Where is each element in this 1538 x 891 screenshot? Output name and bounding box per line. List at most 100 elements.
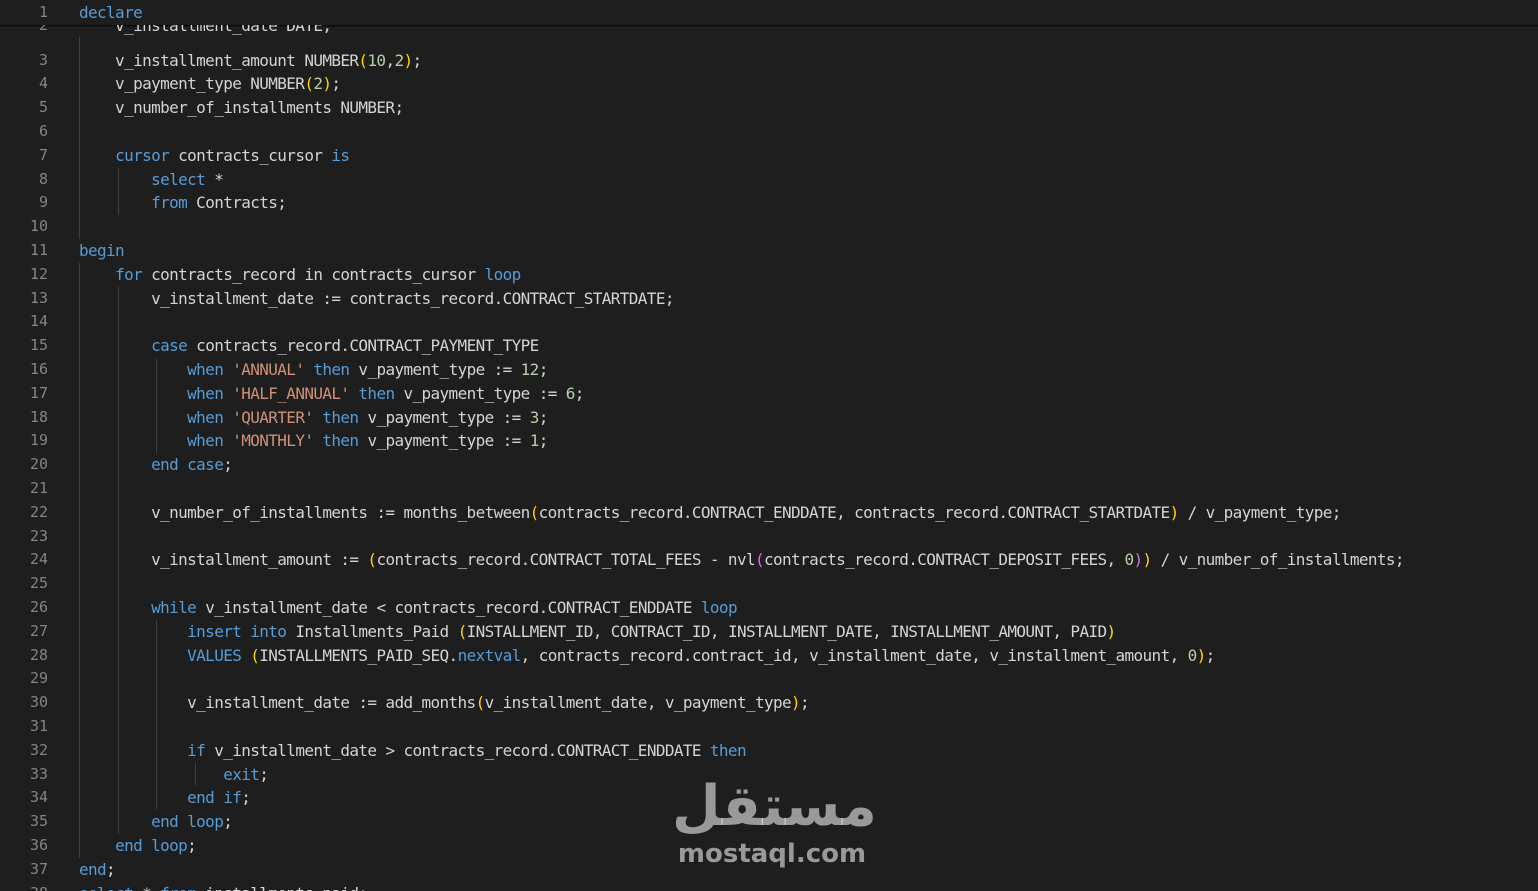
code-line[interactable]: 9 from Contracts;: [0, 191, 1538, 215]
code-line[interactable]: 35 end loop;: [0, 810, 1538, 834]
code-text[interactable]: when 'MONTHLY' then v_payment_type := 1;: [79, 429, 548, 453]
code-line[interactable]: 17 when 'HALF_ANNUAL' then v_payment_typ…: [0, 382, 1538, 406]
code-text[interactable]: for contracts_record in contracts_cursor…: [79, 263, 521, 287]
line-number: 38: [0, 882, 48, 891]
code-text[interactable]: from Contracts;: [79, 191, 287, 215]
code-line[interactable]: 25: [0, 572, 1538, 596]
line-number: 27: [29, 621, 48, 640]
code-text[interactable]: select *: [79, 168, 224, 192]
code-text[interactable]: cursor contracts_cursor is: [79, 144, 350, 168]
code-line[interactable]: 1 declare: [0, 1, 1538, 25]
keyword-token: end case: [151, 455, 224, 475]
code-text[interactable]: v_payment_type NUMBER(2);: [79, 72, 341, 96]
code-line[interactable]: 6: [0, 120, 1538, 144]
string-token: 'MONTHLY': [232, 431, 314, 451]
keyword-token: from: [151, 193, 188, 213]
code-line[interactable]: 37 end;: [0, 858, 1538, 882]
keyword-token: insert into: [187, 621, 287, 641]
string-token: 'QUARTER': [232, 407, 314, 427]
code-line[interactable]: 28 VALUES (INSTALLMENTS_PAID_SEQ.nextval…: [0, 644, 1538, 668]
text-token: v_installment_amount NUMBER: [79, 50, 359, 70]
code-text[interactable]: when 'HALF_ANNUAL' then v_payment_type :…: [79, 382, 584, 406]
code-text[interactable]: end case;: [79, 453, 233, 477]
code-text[interactable]: case contracts_record.CONTRACT_PAYMENT_T…: [79, 334, 539, 358]
code-text[interactable]: v_number_of_installments NUMBER;: [79, 96, 404, 120]
text-token: ;: [259, 764, 269, 784]
keyword-token: case: [151, 336, 188, 356]
code-text[interactable]: v_installment_amount NUMBER(10,2);: [79, 49, 422, 73]
keyword-token: declare: [79, 3, 143, 22]
code-text[interactable]: v_number_of_installments := months_betwe…: [79, 501, 1341, 525]
code-text[interactable]: end if;: [79, 786, 251, 810]
code-line[interactable]: 8 select *: [0, 168, 1538, 192]
code-line[interactable]: 15 case contracts_record.CONTRACT_PAYMEN…: [0, 334, 1538, 358]
text-token: Contracts;: [187, 193, 287, 213]
code-text[interactable]: insert into Installments_Paid (INSTALLME…: [79, 620, 1116, 644]
code-line[interactable]: 29: [0, 667, 1538, 691]
code-line[interactable]: 26 while v_installment_date < contracts_…: [0, 596, 1538, 620]
text-token: ;: [538, 407, 549, 427]
code-line[interactable]: 32 if v_installment_date > contracts_rec…: [0, 739, 1538, 763]
code-line[interactable]: 5 v_number_of_installments NUMBER;: [0, 96, 1538, 120]
code-line[interactable]: 27 insert into Installments_Paid (INSTAL…: [0, 620, 1538, 644]
code-line[interactable]: 36 end loop;: [0, 834, 1538, 858]
line-number: 32: [29, 740, 48, 759]
text-token: ;: [412, 50, 423, 70]
code-text[interactable]: VALUES (INSTALLMENTS_PAID_SEQ.nextval, c…: [79, 644, 1215, 668]
code-text[interactable]: declare: [79, 1, 143, 25]
code-text[interactable]: exit;: [79, 763, 269, 787]
code-line[interactable]: 4 v_payment_type NUMBER(2);: [0, 72, 1538, 96]
code-text[interactable]: end loop;: [79, 834, 197, 858]
code-line[interactable]: 38 select * from installments_paid;: [0, 882, 1538, 891]
code-text[interactable]: v_installment_date := contracts_record.C…: [79, 287, 674, 311]
code-text[interactable]: when 'QUARTER' then v_payment_type := 3;: [79, 406, 548, 430]
bracket-token: ): [1169, 502, 1180, 522]
code-text[interactable]: while v_installment_date < contracts_rec…: [79, 596, 737, 620]
line-number: 11: [29, 241, 48, 259]
code-line[interactable]: 12 for contracts_record in contracts_cur…: [0, 263, 1538, 287]
code-line[interactable]: 21: [0, 477, 1538, 501]
code-line[interactable]: 10: [0, 215, 1538, 239]
code-text[interactable]: select * from installments_paid;: [79, 882, 368, 891]
code-text[interactable]: when 'ANNUAL' then v_payment_type := 12;: [79, 358, 548, 382]
line-number: 10: [29, 217, 48, 236]
code-line[interactable]: 30 v_installment_date := add_months(v_in…: [0, 691, 1538, 715]
text-token: v_payment_type :=: [394, 383, 566, 403]
code-line[interactable]: 23: [0, 525, 1538, 549]
code-line[interactable]: 18 when 'QUARTER' then v_payment_type :=…: [0, 406, 1538, 430]
code-text[interactable]: v_installment_amount := (contracts_recor…: [79, 548, 1404, 572]
code-editor[interactable]: 2 v_installment_date DATE; 1 declare 3 v_in…: [0, 0, 1538, 891]
keyword-token: begin: [79, 241, 125, 260]
code-text[interactable]: end loop;: [79, 810, 233, 834]
code-text[interactable]: if v_installment_date > contracts_record…: [79, 739, 746, 763]
bracket-token: ): [791, 693, 801, 713]
code-line[interactable]: 11 begin: [0, 239, 1538, 263]
keyword-token: loop: [484, 264, 522, 284]
code-text[interactable]: begin: [79, 239, 125, 263]
line-number: 18: [29, 407, 48, 426]
code-line[interactable]: 14: [0, 310, 1538, 334]
code-text[interactable]: end;: [79, 858, 116, 882]
code-line[interactable]: 31: [0, 715, 1538, 739]
line-number: 25: [29, 574, 48, 593]
code-line[interactable]: 3 v_installment_amount NUMBER(10,2);: [0, 49, 1538, 73]
code-line[interactable]: 22 v_number_of_installments := months_be…: [0, 501, 1538, 525]
code-line[interactable]: 24 v_installment_amount := (contracts_re…: [0, 548, 1538, 572]
code-line[interactable]: 16 when 'ANNUAL' then v_payment_type := …: [0, 358, 1538, 382]
code-line[interactable]: 19 when 'MONTHLY' then v_payment_type :=…: [0, 429, 1538, 453]
line-number: 15: [29, 336, 48, 355]
bracket-token: ): [1106, 621, 1117, 641]
code-line[interactable]: 7 cursor contracts_cursor is: [0, 144, 1538, 168]
code-line[interactable]: 13 v_installment_date := contracts_recor…: [0, 287, 1538, 311]
text-token: v_installment_date := add_months: [79, 693, 476, 713]
code-text[interactable]: v_installment_date := add_months(v_insta…: [79, 691, 810, 715]
text-token: v_payment_type :=: [358, 407, 530, 427]
code-line[interactable]: 20 end case;: [0, 453, 1538, 477]
keyword-token: exit: [223, 764, 260, 784]
code-line[interactable]: 34 end if;: [0, 786, 1538, 810]
code-line[interactable]: 33 exit;: [0, 763, 1538, 787]
line-number: 14: [29, 312, 48, 331]
